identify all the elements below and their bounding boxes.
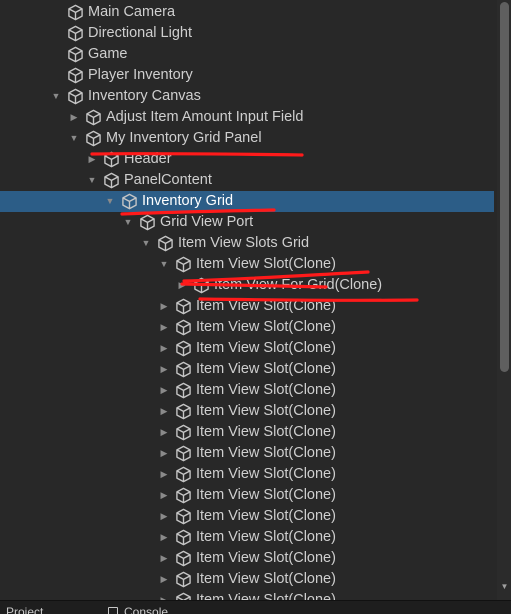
vertical-scrollbar[interactable]: ▼ [497, 0, 511, 600]
bottom-tab-bar: Project Console [0, 600, 511, 614]
hierarchy-panel: Main Camera Directional Light Game Player I… [0, 0, 511, 600]
annotation-underline-slot-2 [180, 282, 328, 289]
annotation-underline-slot-1 [182, 270, 370, 283]
annotation-underline-grid [120, 208, 276, 216]
scroll-down-arrow-icon[interactable]: ▼ [500, 582, 509, 591]
scrollbar-thumb[interactable] [500, 2, 509, 372]
annotation-underline-view [198, 297, 419, 303]
annotation-underline-panel [90, 151, 304, 157]
annotation-layer [90, 151, 419, 303]
